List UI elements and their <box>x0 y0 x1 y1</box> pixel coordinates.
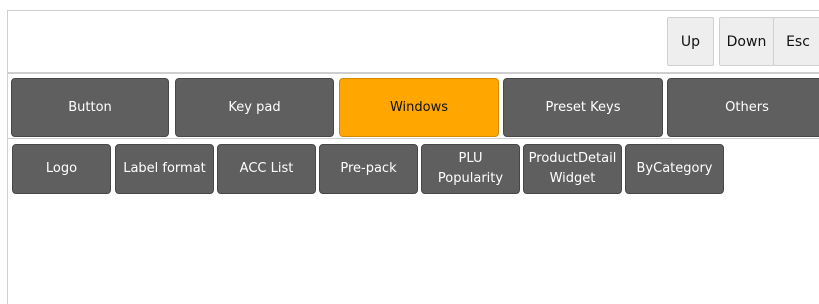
category-tab-bar: Button Key pad Windows Preset Keys Other… <box>7 73 819 139</box>
esc-button[interactable]: Esc <box>773 17 819 66</box>
label-format-button[interactable]: Label format <box>115 144 214 194</box>
tab-button[interactable]: Button <box>11 78 169 137</box>
tab-windows[interactable]: Windows <box>339 78 499 137</box>
product-detail-widget-button[interactable]: ProductDetail Widget <box>523 144 622 194</box>
up-button[interactable]: Up <box>667 17 714 66</box>
by-category-button[interactable]: ByCategory <box>625 144 724 194</box>
down-button[interactable]: Down <box>719 17 774 66</box>
tab-others[interactable]: Others <box>667 78 819 137</box>
top-toolbar: Up Down Esc <box>7 10 819 73</box>
settings-window: Up Down Esc Button Key pad Windows Prese… <box>0 0 819 304</box>
logo-button[interactable]: Logo <box>12 144 111 194</box>
tab-preset-keys[interactable]: Preset Keys <box>503 78 663 137</box>
pre-pack-button[interactable]: Pre-pack <box>319 144 418 194</box>
tab-key-pad[interactable]: Key pad <box>175 78 334 137</box>
windows-items-panel: Logo Label format ACC List Pre-pack PLU … <box>7 139 819 304</box>
plu-popularity-button[interactable]: PLU Popularity <box>421 144 520 194</box>
acc-list-button[interactable]: ACC List <box>217 144 316 194</box>
